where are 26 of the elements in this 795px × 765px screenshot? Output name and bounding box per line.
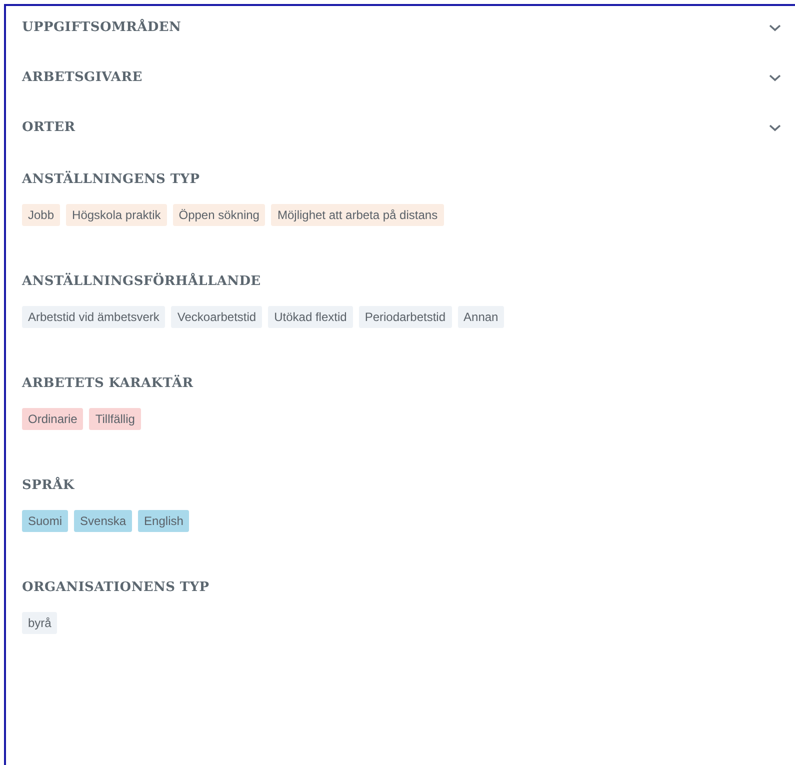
filter-tag[interactable]: Veckoarbetstid — [171, 306, 262, 328]
section-heading: ANSTÄLLNINGSFÖRHÅLLANDE — [22, 272, 262, 291]
filter-tag[interactable]: Utökad flextid — [268, 306, 353, 328]
section-heading: ARBETETS KARAKTÄR — [22, 374, 194, 393]
filter-tag[interactable]: Ordinarie — [22, 408, 84, 430]
filter-tag[interactable]: Högskola praktik — [66, 204, 167, 226]
filter-tag[interactable]: Annan — [458, 306, 504, 328]
section-heading[interactable]: ORTER — [22, 118, 76, 138]
chevron-down-icon[interactable] — [769, 24, 781, 32]
filter-tag[interactable]: English — [138, 510, 190, 532]
filter-tag[interactable]: Suomi — [22, 510, 68, 532]
chevron-down-icon[interactable] — [769, 74, 781, 82]
chevron-down-icon[interactable] — [769, 124, 781, 132]
section-heading: ORGANISATIONENS TYP — [22, 579, 210, 597]
filter-tag[interactable]: Periodarbetstid — [358, 306, 452, 328]
section-heading[interactable]: UPPGIFTSOMRÅDEN — [22, 18, 182, 38]
filter-tag[interactable]: Öppen sökning — [172, 204, 266, 226]
filter-tag[interactable]: Jobb — [22, 204, 60, 226]
filter-tag[interactable]: Möjlighet att arbeta på distans — [271, 204, 444, 226]
filter-tag[interactable]: byrå — [22, 612, 58, 634]
filter-tag[interactable]: Svenska — [74, 510, 132, 532]
section-heading: SPRÅK — [22, 476, 76, 495]
filter-tag[interactable]: Arbetstid vid ämbetsverk — [22, 306, 166, 328]
section-heading: ANSTÄLLNINGENS TYP — [22, 170, 201, 189]
filter-tag[interactable]: Tillfällig — [89, 408, 141, 430]
section-heading[interactable]: ARBETSGIVARE — [22, 68, 142, 88]
